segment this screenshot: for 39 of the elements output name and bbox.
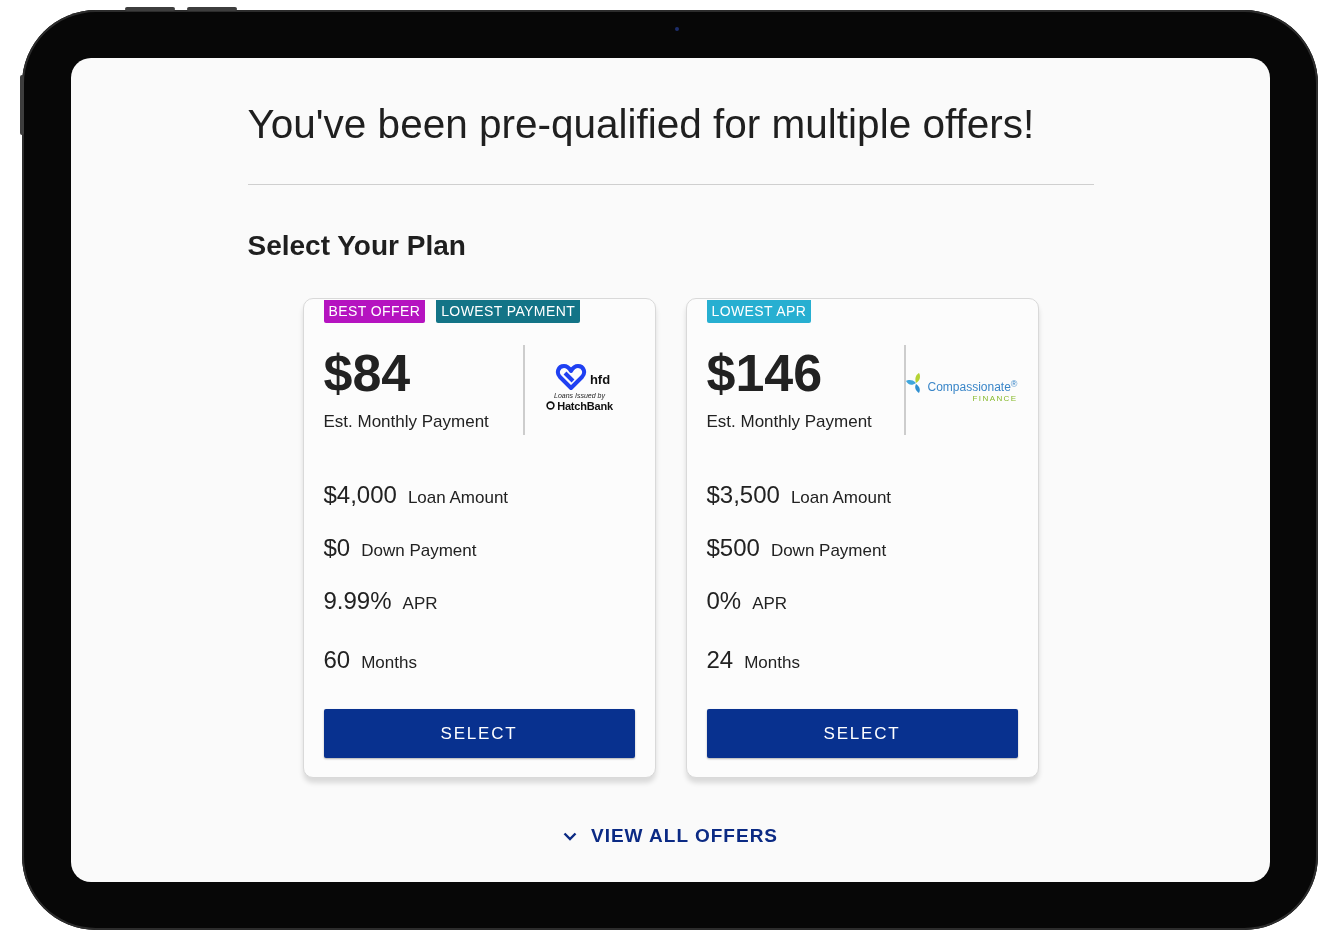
select-button[interactable]: SELECT (706, 709, 1018, 758)
logo-tagline: FINANCE (972, 394, 1018, 403)
detail-value: $3,500 (706, 480, 780, 510)
detail-label: Loan Amount (407, 487, 509, 509)
camera-dot-icon (675, 27, 679, 31)
select-button[interactable]: SELECT (323, 709, 635, 758)
heart-logo-icon (554, 362, 587, 391)
logo-name: hfd (589, 372, 611, 387)
frame-edge-bump (125, 7, 175, 11)
detail-value: 24 (706, 645, 734, 675)
logo-name: Compassionate$^{®}$ (927, 381, 1018, 394)
ring-icon (546, 401, 556, 410)
detail-value: $4,000 (323, 480, 397, 510)
page-heading: You've been pre-qualified for multiple offers! (247, 100, 1036, 148)
detail-value: $0 (323, 533, 351, 563)
detail-value: 0% (706, 586, 742, 616)
detail-value: 60 (323, 645, 351, 675)
chevron-down-icon (562, 831, 577, 841)
frame-edge-bump (20, 75, 24, 135)
offer-tag: BEST OFFER (323, 300, 426, 323)
detail-label: Months (361, 652, 417, 674)
monthly-payment-label: Est. Monthly Payment (706, 411, 873, 433)
monthly-payment: $84 (323, 345, 412, 401)
section-title: Select Your Plan (247, 229, 467, 263)
frame-edge-bump (187, 7, 237, 11)
monthly-payment: $146 (706, 345, 824, 401)
monthly-payment-label: Est. Monthly Payment (323, 411, 490, 433)
detail-value: 9.99% (323, 586, 392, 616)
offer-tag: LOWEST APR (706, 300, 812, 323)
logo-issuer: HatchBank (557, 399, 613, 412)
offer-tag: LOWEST PAYMENT (436, 300, 581, 323)
detail-label: Months (744, 652, 800, 674)
view-all-offers-link[interactable]: VIEW ALL OFFERS (562, 822, 779, 851)
detail-label: APR (752, 593, 788, 615)
detail-label: APR (402, 593, 438, 615)
detail-label: Loan Amount (790, 487, 892, 509)
detail-value: $500 (706, 533, 760, 563)
detail-label: Down Payment (770, 540, 887, 562)
detail-label: Down Payment (361, 540, 477, 562)
